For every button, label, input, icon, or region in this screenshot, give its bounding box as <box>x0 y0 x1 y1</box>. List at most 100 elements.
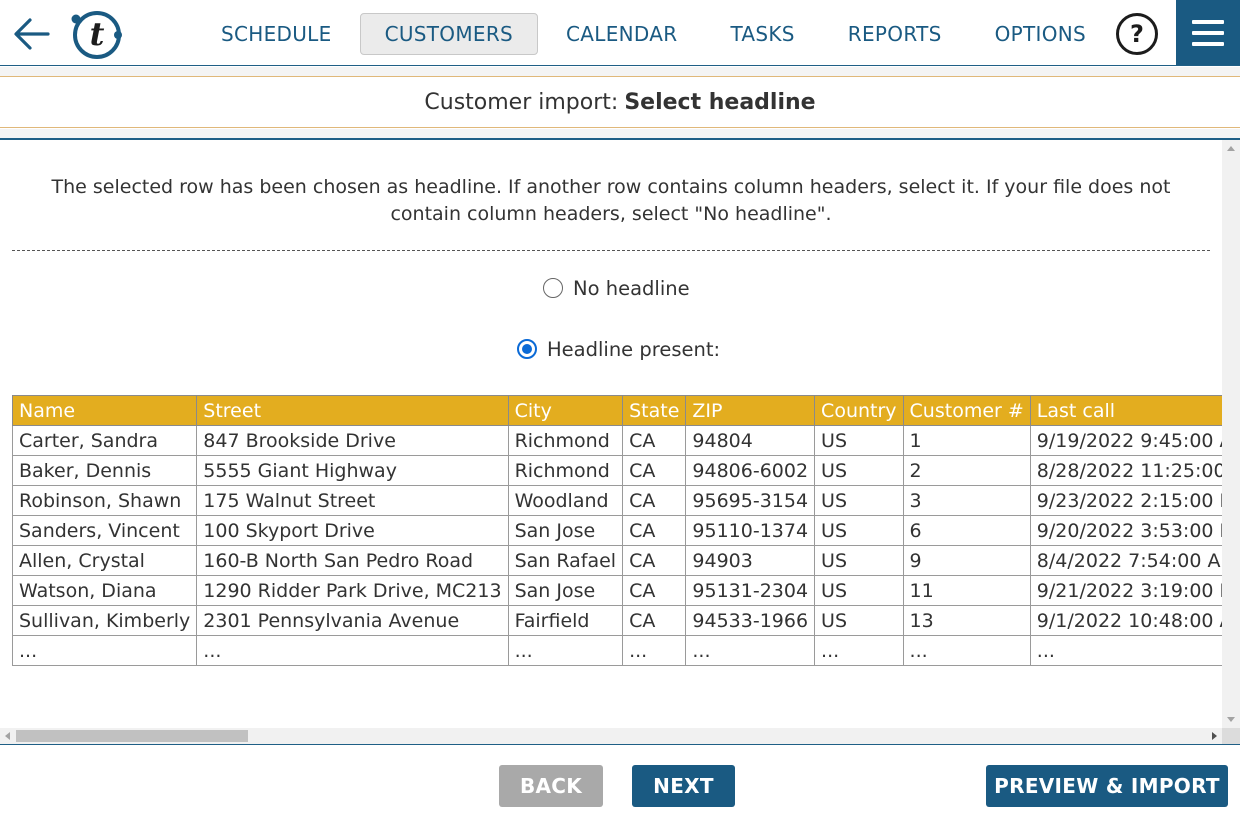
nav-tab-reports[interactable]: REPORTS <box>823 13 967 55</box>
table-cell: 2301 Pennsylvania Avenue <box>196 605 509 636</box>
scroll-left-arrow-icon[interactable] <box>5 732 10 740</box>
table-cell: US <box>814 605 904 636</box>
nav-tab-schedule[interactable]: SCHEDULE <box>196 13 357 55</box>
table-cell: ... <box>685 635 816 666</box>
table-cell: Fairfield <box>507 605 624 636</box>
divider-band <box>0 129 1240 138</box>
table-cell: ... <box>196 635 509 666</box>
table-cell: San Jose <box>507 515 624 546</box>
table-cell: 94533-1966 <box>685 605 816 636</box>
column-header: Street <box>196 395 509 426</box>
table-cell: Sullivan, Kimberly <box>11 605 198 636</box>
table-cell: Allen, Crystal <box>11 545 198 576</box>
import-preview-table: Name Street City State ZIP Country Custo… <box>11 395 1222 666</box>
table-cell: CA <box>622 515 687 546</box>
table-cell: 9/23/2022 2:15:00 PM <box>1029 485 1222 516</box>
table-row[interactable]: Baker, Dennis 5555 Giant Highway Richmond C… <box>11 455 1222 486</box>
column-header: City <box>507 395 624 426</box>
dashed-divider <box>12 250 1210 251</box>
table-cell: 94806-6002 <box>685 455 816 486</box>
table-header-row[interactable]: Name Street City State ZIP Country Custo… <box>11 395 1222 426</box>
table-row[interactable]: Allen, Crystal 160-B North San Pedro Road… <box>11 545 1222 576</box>
table-cell: Carter, Sandra <box>11 425 198 456</box>
vertical-scrollbar[interactable] <box>1222 140 1240 728</box>
nav-tab-customers[interactable]: CUSTOMERS <box>359 13 539 55</box>
table-cell: 1 <box>902 425 1031 456</box>
column-header: ZIP <box>685 395 816 426</box>
table-cell: 2 <box>902 455 1031 486</box>
table-cell: CA <box>622 545 687 576</box>
table-cell: 11 <box>902 575 1031 606</box>
instructions-text: The selected row has been chosen as head… <box>51 176 1171 225</box>
page-title: Customer import: Select headline <box>0 76 1240 128</box>
divider-band <box>0 67 1240 76</box>
back-arrow-icon[interactable] <box>12 14 52 54</box>
scrollbar-corner <box>1222 728 1240 744</box>
table-cell: 175 Walnut Street <box>196 485 509 516</box>
table-cell: 847 Brookside Drive <box>196 425 509 456</box>
radio-no-headline-label: No headline <box>573 276 690 300</box>
radio-button[interactable] <box>543 278 563 298</box>
next-button[interactable]: NEXT <box>632 765 735 807</box>
main-nav: SCHEDULE CUSTOMERS CALENDAR TASKS REPORT… <box>196 13 1114 55</box>
table-cell: ... <box>622 635 687 666</box>
table-cell: San Rafael <box>507 545 624 576</box>
horizontal-scrollbar[interactable] <box>0 728 1222 744</box>
table-cell: US <box>814 485 904 516</box>
table-cell: 1290 Ridder Park Drive, MC213 <box>196 575 509 606</box>
table-cell: Sanders, Vincent <box>11 515 198 546</box>
table-row[interactable]: ........................ <box>11 635 1222 666</box>
scroll-up-arrow-icon[interactable] <box>1227 146 1235 151</box>
table-cell: 3 <box>902 485 1031 516</box>
table-cell: San Jose <box>507 575 624 606</box>
table-cell: Watson, Diana <box>11 575 198 606</box>
table-cell: 8/28/2022 11:25:00 AM <box>1029 455 1222 486</box>
nav-tab-options[interactable]: OPTIONS <box>970 13 1111 55</box>
content-area: The selected row has been chosen as head… <box>0 140 1222 728</box>
scroll-down-arrow-icon[interactable] <box>1227 717 1235 722</box>
table-cell: 95695-3154 <box>685 485 816 516</box>
table-row[interactable]: Robinson, Shawn 175 Walnut Street Woodland… <box>11 485 1222 516</box>
table-cell: ... <box>11 635 198 666</box>
column-header: Name <box>11 395 198 426</box>
table-cell: 13 <box>902 605 1031 636</box>
table-row[interactable]: Carter, Sandra 847 Brookside Drive Richmon… <box>11 425 1222 456</box>
table-row[interactable]: Sullivan, Kimberly 2301 Pennsylvania Aven… <box>11 605 1222 636</box>
table-cell: Richmond <box>507 425 624 456</box>
radio-button-selected[interactable] <box>517 339 537 359</box>
svg-text:t: t <box>90 15 105 53</box>
column-header: Last call <box>1029 395 1222 426</box>
nav-tab-tasks[interactable]: TASKS <box>705 13 819 55</box>
radio-no-headline[interactable]: No headline <box>543 275 690 301</box>
table-cell: 95131-2304 <box>685 575 816 606</box>
table-cell: US <box>814 545 904 576</box>
top-navigation-bar: t SCHEDULE CUSTOMERS CALENDAR TASKS REPO… <box>0 0 1240 66</box>
table-cell: CA <box>622 485 687 516</box>
scroll-right-arrow-icon[interactable] <box>1212 732 1217 740</box>
table-cell: 6 <box>902 515 1031 546</box>
table-cell: 9/19/2022 9:45:00 AM <box>1029 425 1222 456</box>
page-title-prefix: Customer import: <box>424 89 619 115</box>
page-title-step: Select headline <box>624 89 816 115</box>
table-cell: US <box>814 455 904 486</box>
table-cell: CA <box>622 575 687 606</box>
table-cell: Robinson, Shawn <box>11 485 198 516</box>
question-mark-icon[interactable]: ? <box>1116 13 1158 55</box>
table-row[interactable]: Sanders, Vincent 100 Skyport Drive San Jos… <box>11 515 1222 546</box>
table-row[interactable]: Watson, Diana 1290 Ridder Park Drive, MC2… <box>11 575 1222 606</box>
nav-tab-calendar[interactable]: CALENDAR <box>541 13 702 55</box>
table-cell: CA <box>622 455 687 486</box>
scrollbar-thumb[interactable] <box>16 730 248 742</box>
table-cell: US <box>814 515 904 546</box>
table-cell: 9 <box>902 545 1031 576</box>
radio-headline-present-label: Headline present: <box>547 337 721 361</box>
footer-bar: BACK NEXT PREVIEW & IMPORT <box>0 744 1240 823</box>
back-button[interactable]: BACK <box>499 765 603 807</box>
radio-headline-present[interactable]: Headline present: <box>517 336 720 362</box>
column-header: State <box>622 395 687 426</box>
table-cell: 9/1/2022 10:48:00 AM <box>1029 605 1222 636</box>
preview-import-button[interactable]: PREVIEW & IMPORT <box>986 765 1228 807</box>
hamburger-menu-icon[interactable] <box>1176 0 1240 65</box>
t-logo-icon[interactable]: t <box>70 10 122 60</box>
table-cell: 9/20/2022 3:53:00 PM <box>1029 515 1222 546</box>
